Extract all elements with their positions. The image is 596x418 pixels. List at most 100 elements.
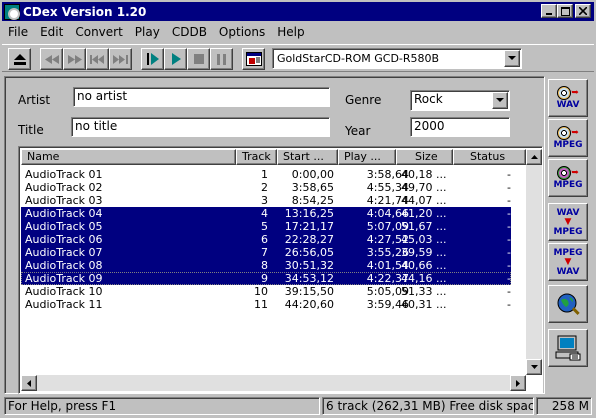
scroll-left-button[interactable] bbox=[21, 375, 37, 391]
title-value: no title bbox=[75, 119, 118, 133]
horizontal-scrollbar[interactable] bbox=[21, 375, 526, 391]
cell-track: 3 bbox=[261, 194, 268, 207]
play-button[interactable] bbox=[164, 48, 187, 70]
vertical-scrollbar[interactable] bbox=[526, 149, 542, 375]
cddb-lookup-button[interactable] bbox=[548, 285, 588, 323]
genre-dropdown-button[interactable] bbox=[492, 92, 508, 109]
menu-cddb[interactable]: CDDB bbox=[166, 25, 213, 39]
table-row[interactable]: AudioTrack 03 3 8:54,25 4:21,74 44,07 ... - bbox=[21, 194, 511, 207]
genre-label: Genre bbox=[345, 93, 382, 107]
toolbar: GoldStarCD-ROM GCD-R580B bbox=[2, 44, 594, 72]
cell-name: AudioTrack 07 bbox=[25, 246, 103, 259]
column-header-name[interactable]: Name bbox=[21, 149, 236, 165]
track-list[interactable]: Name Track Start ... Play ... Size Statu… bbox=[18, 146, 543, 394]
close-button[interactable] bbox=[575, 4, 591, 18]
cell-track: 2 bbox=[261, 181, 268, 194]
cell-name: AudioTrack 04 bbox=[25, 207, 103, 220]
column-header-play[interactable]: Play ... bbox=[338, 149, 396, 165]
skip-forward-button[interactable] bbox=[109, 48, 132, 70]
cell-status: - bbox=[507, 168, 511, 181]
table-row[interactable]: AudioTrack 02 2 3:58,65 4:55,34 49,70 ... - bbox=[21, 181, 511, 194]
cell-size: 40,66 ... bbox=[401, 259, 447, 272]
pause-icon bbox=[216, 53, 226, 65]
menu-edit[interactable]: Edit bbox=[34, 25, 69, 39]
table-row[interactable]: AudioTrack 10 10 39:15,50 5:05,09 51,33 ... - bbox=[21, 285, 511, 298]
table-row[interactable]: AudioTrack 04 4 13:16,25 4:04,66 41,20 ... - bbox=[21, 207, 511, 220]
scroll-down-button[interactable] bbox=[526, 359, 542, 375]
year-value: 2000 bbox=[414, 119, 445, 133]
stop-button[interactable] bbox=[187, 48, 210, 70]
wav-to-mpeg-bottom-label: MPEG bbox=[553, 226, 583, 237]
cell-size: 51,67 ... bbox=[401, 220, 447, 233]
status-help: For Help, press F1 bbox=[4, 397, 320, 415]
wav-to-mpeg-top-label: WAV bbox=[556, 207, 580, 218]
mpeg-to-wav-button[interactable]: MPEG ▼ WAV bbox=[548, 243, 588, 281]
title-bar[interactable]: CDex Version 1.20 bbox=[2, 2, 594, 21]
column-header-status[interactable]: Status bbox=[453, 149, 526, 165]
extract-mpeg-direct-button[interactable]: ➥ MPEG bbox=[548, 159, 588, 197]
year-field[interactable]: 2000 bbox=[410, 117, 510, 137]
skip-back-icon bbox=[90, 54, 104, 64]
wav-to-mpeg-button[interactable]: WAV ▼ MPEG bbox=[548, 203, 588, 241]
cell-start: 17:21,17 bbox=[284, 220, 334, 233]
maximize-icon bbox=[560, 6, 570, 16]
arrow-right-icon: ➥ bbox=[571, 127, 579, 138]
cell-status: - bbox=[507, 285, 511, 298]
cell-track: 5 bbox=[261, 220, 268, 233]
cd-info-icon bbox=[245, 52, 262, 66]
cell-start: 39:15,50 bbox=[284, 285, 334, 298]
extract-mpeg-direct-label: MPEG bbox=[553, 180, 583, 190]
cell-track: 10 bbox=[254, 285, 268, 298]
mpeg-to-wav-top-label: MPEG bbox=[553, 247, 583, 258]
extract-wav-button[interactable]: ➥ WAV bbox=[548, 79, 588, 117]
cell-name: AudioTrack 08 bbox=[25, 259, 103, 272]
cell-track: 1 bbox=[261, 168, 268, 181]
table-row[interactable]: AudioTrack 01 1 0:00,00 3:58,64 40,18 ... - bbox=[21, 168, 511, 181]
cell-start: 30:51,32 bbox=[284, 259, 334, 272]
menu-file[interactable]: File bbox=[2, 25, 34, 39]
menu-options[interactable]: Options bbox=[213, 25, 271, 39]
title-field[interactable]: no title bbox=[71, 117, 330, 137]
eject-button[interactable] bbox=[8, 48, 31, 70]
minimize-button[interactable] bbox=[541, 4, 557, 18]
next-track-icon bbox=[67, 54, 82, 64]
app-icon[interactable] bbox=[4, 3, 20, 20]
cell-size: 44,16 ... bbox=[401, 272, 447, 285]
configure-button[interactable] bbox=[548, 329, 588, 367]
table-row[interactable]: AudioTrack 08 8 30:51,32 4:01,54 40,66 ... - bbox=[21, 259, 511, 272]
prev-track-button[interactable] bbox=[40, 48, 63, 70]
cell-name: AudioTrack 09 bbox=[25, 272, 103, 285]
cd-drive-select[interactable]: GoldStarCD-ROM GCD-R580B bbox=[272, 48, 522, 69]
drive-dropdown-button[interactable] bbox=[504, 50, 520, 67]
column-header-start[interactable]: Start ... bbox=[277, 149, 338, 165]
table-row[interactable]: AudioTrack 07 7 26:56,05 3:55,26 39,59 ... - bbox=[21, 246, 511, 259]
table-row[interactable]: AudioTrack 09 9 34:53,12 4:22,37 44,16 ... - bbox=[21, 272, 511, 285]
pause-button[interactable] bbox=[210, 48, 233, 70]
mpeg-to-wav-bottom-label: WAV bbox=[556, 266, 580, 277]
genre-select[interactable]: Rock bbox=[410, 90, 510, 111]
skip-back-button[interactable] bbox=[86, 48, 109, 70]
cd-info-button[interactable] bbox=[242, 48, 265, 70]
next-track-button[interactable] bbox=[63, 48, 86, 70]
prev-track-icon bbox=[44, 54, 59, 64]
column-header-track[interactable]: Track bbox=[236, 149, 277, 165]
extract-mpeg-button[interactable]: ➥ MPEG bbox=[548, 119, 588, 157]
scroll-right-button[interactable] bbox=[510, 375, 526, 391]
play-selection-button[interactable] bbox=[141, 48, 164, 70]
table-row[interactable]: AudioTrack 11 11 44:20,60 3:59,46 40,31 ... - bbox=[21, 298, 511, 311]
cell-name: AudioTrack 05 bbox=[25, 220, 103, 233]
cell-track: 7 bbox=[261, 246, 268, 259]
scroll-up-button[interactable] bbox=[526, 149, 542, 165]
column-header-size[interactable]: Size bbox=[396, 149, 453, 165]
menu-play[interactable]: Play bbox=[129, 25, 166, 39]
maximize-button[interactable] bbox=[557, 4, 573, 18]
menu-convert[interactable]: Convert bbox=[69, 25, 128, 39]
cell-track: 9 bbox=[261, 272, 268, 285]
cell-size: 40,31 ... bbox=[401, 298, 447, 311]
artist-field[interactable]: no artist bbox=[73, 87, 330, 107]
skip-forward-icon bbox=[113, 54, 128, 64]
menu-help[interactable]: Help bbox=[271, 25, 310, 39]
table-row[interactable]: AudioTrack 05 5 17:21,17 5:07,09 51,67 ... - bbox=[21, 220, 511, 233]
table-row[interactable]: AudioTrack 06 6 22:28,27 4:27,52 45,03 ... - bbox=[21, 233, 511, 246]
cd-to-wav-icon bbox=[557, 86, 572, 100]
